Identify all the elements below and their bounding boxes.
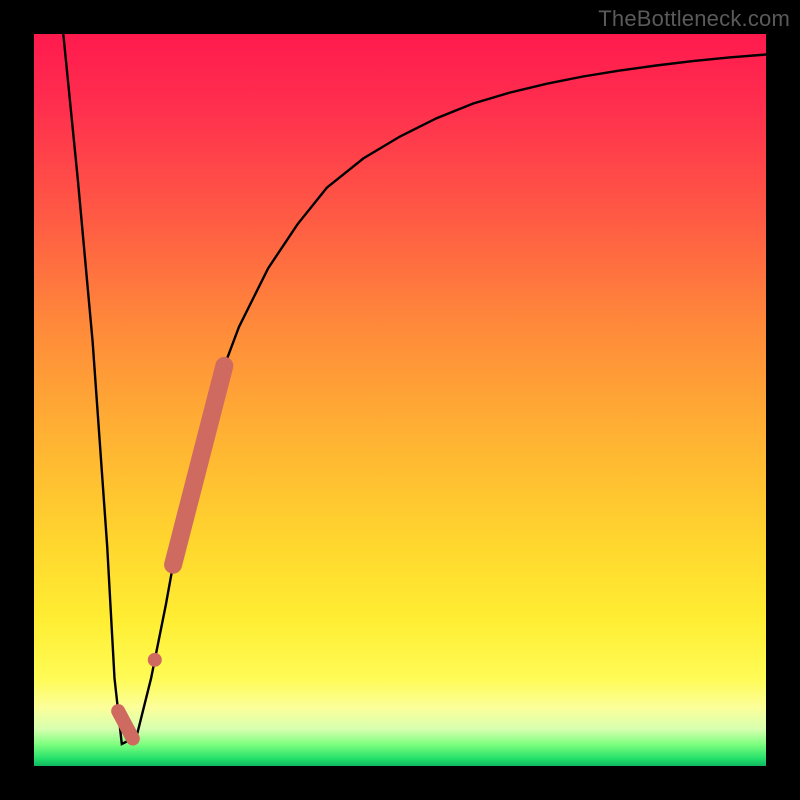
chart-frame: TheBottleneck.com	[0, 0, 800, 800]
plot-area	[34, 34, 766, 766]
highlight-dot	[148, 653, 162, 667]
watermark-text: TheBottleneck.com	[598, 6, 790, 32]
bottleneck-curve	[63, 34, 766, 744]
curve-svg	[34, 34, 766, 766]
highlight-segment	[173, 366, 224, 565]
